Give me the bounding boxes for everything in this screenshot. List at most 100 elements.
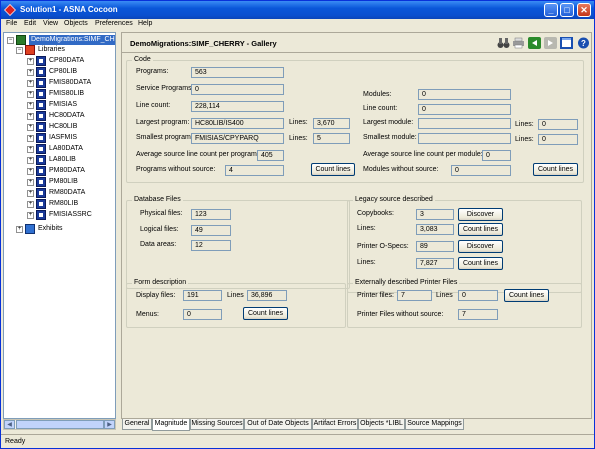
tree-library-item[interactable]: + CP80LIB xyxy=(27,67,115,77)
forward-icon[interactable] xyxy=(544,37,557,49)
expand-icon[interactable]: + xyxy=(27,80,34,87)
tree-library-label[interactable]: HC80DATA xyxy=(49,111,85,121)
tree-library-label[interactable]: LA80DATA xyxy=(49,144,83,154)
expand-icon[interactable]: + xyxy=(16,226,23,233)
menu-preferences[interactable]: Preferences xyxy=(95,20,133,27)
help-icon[interactable]: ? xyxy=(577,37,590,49)
title-bar[interactable]: Solution1 - ASNA Cocoon _ □ ✕ xyxy=(1,1,594,19)
tree-library-item[interactable]: + RM80DATA xyxy=(27,188,115,198)
count-lines-printer-files-button[interactable]: Count lines xyxy=(504,289,549,302)
tab-source-mappings[interactable]: Source Mappings xyxy=(405,419,464,430)
tree-library-item[interactable]: + HC80LIB xyxy=(27,122,115,132)
expand-icon[interactable]: + xyxy=(27,190,34,197)
printer-ospecs-label: Printer O-Specs: xyxy=(357,243,409,250)
expand-icon[interactable]: + xyxy=(27,91,34,98)
minimize-button[interactable]: _ xyxy=(544,3,558,17)
tree-library-label[interactable]: LA80LIB xyxy=(49,155,76,165)
count-lines-form-button[interactable]: Count lines xyxy=(243,307,288,320)
tree-library-label[interactable]: RM80LIB xyxy=(49,199,78,209)
scroll-thumb[interactable] xyxy=(16,420,104,429)
tab-general[interactable]: General xyxy=(122,419,152,430)
expand-icon[interactable]: + xyxy=(27,113,34,120)
expand-icon[interactable]: + xyxy=(27,168,34,175)
physical-files-label: Physical files: xyxy=(140,210,183,217)
tree-library-label[interactable]: FMISIASSRC xyxy=(49,210,92,220)
tab-out-of-date-objects[interactable]: Out of Date Objects xyxy=(244,419,312,430)
tab-missing-sources[interactable]: Missing Sources xyxy=(190,419,244,430)
tree-library-label[interactable]: PM80DATA xyxy=(49,166,85,176)
tree-library-item[interactable]: + FMISIAS xyxy=(27,100,115,110)
menu-file[interactable]: File xyxy=(6,20,17,27)
tab-artifact-errors[interactable]: Artifact Errors xyxy=(312,419,358,430)
tree-library-label[interactable]: RM80DATA xyxy=(49,188,85,198)
tree-library-label[interactable]: FMIS80LIB xyxy=(49,89,84,99)
tree-libraries[interactable]: − Libraries xyxy=(16,45,115,55)
tree-library-label[interactable]: IASFMIS xyxy=(49,133,77,143)
close-button[interactable]: ✕ xyxy=(577,3,591,17)
print-icon[interactable] xyxy=(512,37,525,49)
expand-icon[interactable]: + xyxy=(27,69,34,76)
expand-icon[interactable]: + xyxy=(27,212,34,219)
form-description-group: Form description Display files: 191 Line… xyxy=(126,279,346,328)
expand-icon[interactable]: + xyxy=(27,201,34,208)
scroll-right-icon[interactable]: ▶ xyxy=(104,420,115,429)
solution-tree[interactable]: − DemoMigrations:SIMF_CHERRY − Libraries… xyxy=(3,32,116,419)
discover-copybooks-button[interactable]: Discover xyxy=(458,208,503,221)
tree-libraries-label[interactable]: Libraries xyxy=(38,45,65,55)
expand-icon[interactable]: + xyxy=(27,124,34,131)
svg-text:?: ? xyxy=(581,39,586,48)
module-line-count-label: Line count: xyxy=(363,105,398,112)
tree-horizontal-scrollbar[interactable]: ◀ ▶ xyxy=(3,419,116,430)
collapse-icon[interactable]: − xyxy=(7,37,14,44)
expand-icon[interactable]: + xyxy=(27,135,34,142)
tree-library-item[interactable]: + FMIS80LIB xyxy=(27,89,115,99)
count-lines-printer-button[interactable]: Count lines xyxy=(458,257,503,270)
discover-printer-button[interactable]: Discover xyxy=(458,240,503,253)
expand-icon[interactable]: + xyxy=(27,179,34,186)
tree-library-item[interactable]: + CP80DATA xyxy=(27,56,115,66)
tree-library-item[interactable]: + IASFMIS xyxy=(27,133,115,143)
count-lines-copybooks-button[interactable]: Count lines xyxy=(458,223,503,236)
tree-library-item[interactable]: + LA80LIB xyxy=(27,155,115,165)
scroll-left-icon[interactable]: ◀ xyxy=(4,420,15,429)
binoculars-icon[interactable] xyxy=(497,37,510,49)
expand-icon[interactable]: + xyxy=(27,146,34,153)
expand-icon[interactable]: + xyxy=(27,102,34,109)
tree-library-item[interactable]: + FMIS80DATA xyxy=(27,78,115,88)
collapse-icon[interactable]: − xyxy=(16,47,23,54)
tree-library-label[interactable]: CP80DATA xyxy=(49,56,84,66)
expand-icon[interactable]: + xyxy=(27,58,34,65)
menu-help[interactable]: Help xyxy=(138,20,152,27)
back-icon[interactable] xyxy=(528,37,541,49)
tree-library-label[interactable]: CP80LIB xyxy=(49,67,77,77)
menu-objects[interactable]: Objects xyxy=(64,20,88,27)
tree-library-item[interactable]: + LA80DATA xyxy=(27,144,115,154)
tab-objects-libl[interactable]: Objects *LIBL xyxy=(358,419,405,430)
tree-library-item[interactable]: + PM80LIB xyxy=(27,177,115,187)
menus-field: 0 xyxy=(183,309,222,320)
programs-without-source-label: Programs without source: xyxy=(136,166,216,173)
library-icon xyxy=(36,210,46,220)
tree-root-label[interactable]: DemoMigrations:SIMF_CHERRY xyxy=(29,35,115,45)
data-areas-label: Data areas: xyxy=(140,241,177,248)
menu-view[interactable]: View xyxy=(43,20,58,27)
menu-edit[interactable]: Edit xyxy=(24,20,36,27)
tree-library-item[interactable]: + RM80LIB xyxy=(27,199,115,209)
count-lines-modules-button[interactable]: Count lines xyxy=(533,163,578,176)
tree-library-item[interactable]: + HC80DATA xyxy=(27,111,115,121)
tree-library-label[interactable]: PM80LIB xyxy=(49,177,78,187)
tree-exhibits[interactable]: + Exhibits xyxy=(16,224,115,234)
tree-library-item[interactable]: + FMISIASSRC xyxy=(27,210,115,220)
count-lines-programs-button[interactable]: Count lines xyxy=(311,163,355,176)
tree-library-label[interactable]: HC80LIB xyxy=(49,122,77,132)
maximize-button[interactable]: □ xyxy=(560,3,574,17)
tree-root[interactable]: − DemoMigrations:SIMF_CHERRY xyxy=(7,35,115,45)
tab-magnitude[interactable]: Magnitude xyxy=(152,419,190,431)
tree-library-item[interactable]: + PM80DATA xyxy=(27,166,115,176)
window-icon[interactable] xyxy=(560,37,573,49)
tree-library-label[interactable]: FMIS80DATA xyxy=(49,78,91,88)
tree-exhibits-label[interactable]: Exhibits xyxy=(38,224,63,234)
tree-library-label[interactable]: FMISIAS xyxy=(49,100,77,110)
expand-icon[interactable]: + xyxy=(27,157,34,164)
largest-program-label: Largest program: xyxy=(136,119,190,126)
